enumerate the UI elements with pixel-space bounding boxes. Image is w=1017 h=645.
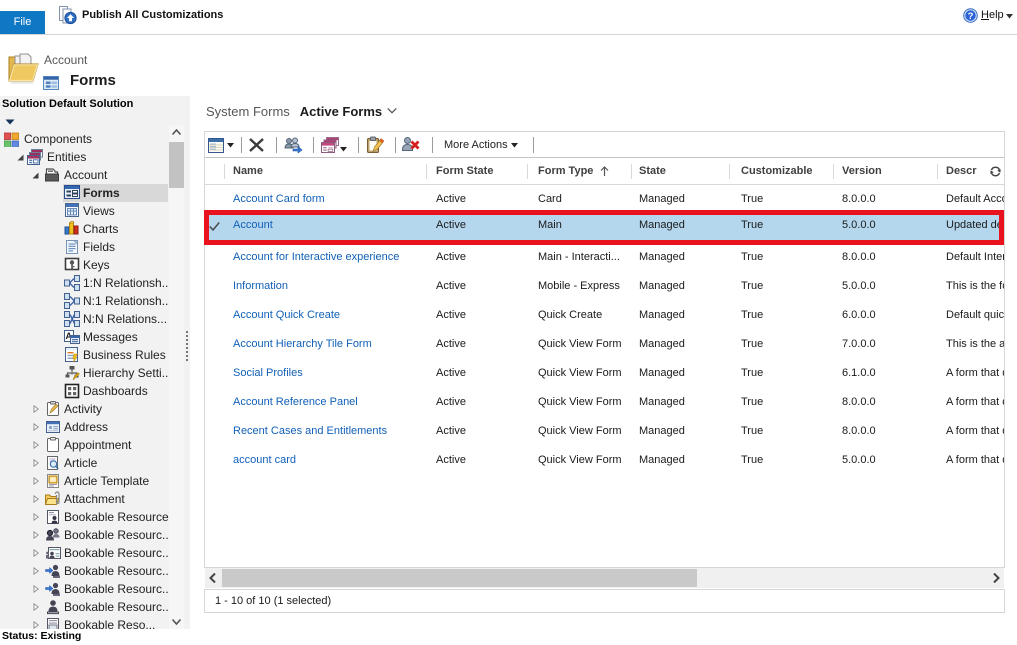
svg-text:?: ? [968,11,974,22]
